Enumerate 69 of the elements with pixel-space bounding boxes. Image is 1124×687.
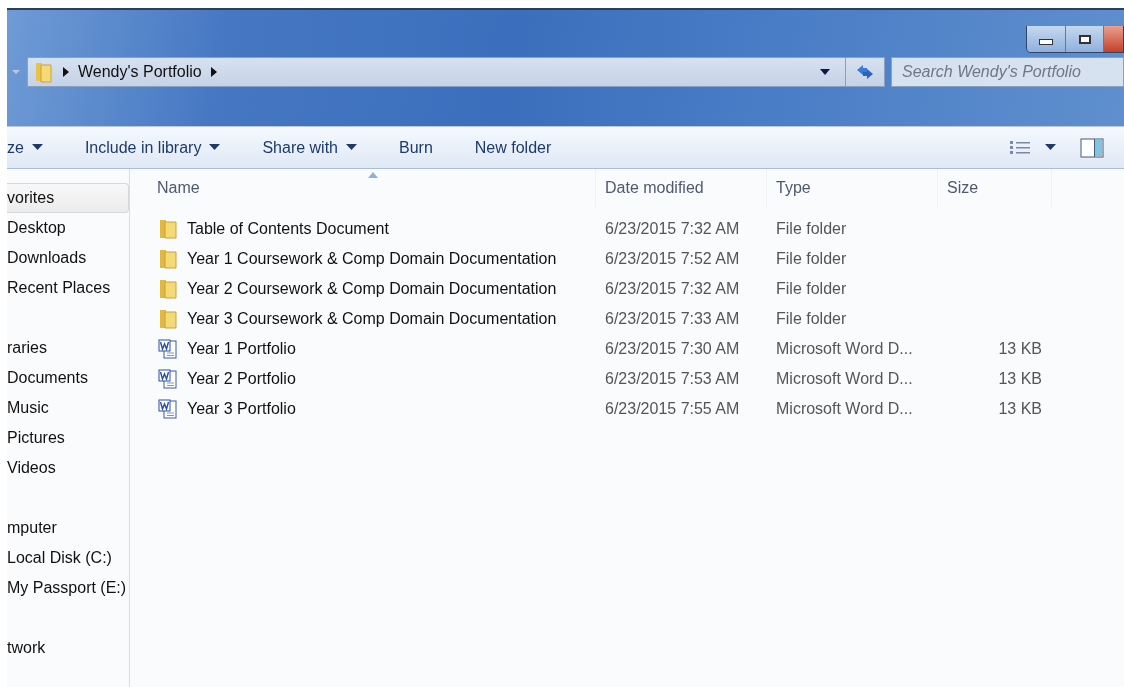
toolbar-button[interactable]: New folder bbox=[453, 138, 573, 157]
file-name[interactable]: Year 2 Coursework & Comp Domain Documentation bbox=[187, 280, 557, 298]
caret-icon bbox=[346, 144, 357, 151]
type-cell-text: File folder bbox=[775, 280, 848, 298]
sidebar-item[interactable]: Local Disk (C:) bbox=[7, 543, 129, 573]
toolbar-button[interactable]: Burn bbox=[378, 138, 454, 157]
sidebar-item[interactable]: Music bbox=[7, 393, 129, 423]
file-name[interactable]: Year 3 Coursework & Comp Domain Documentation bbox=[187, 310, 557, 328]
refresh-icon bbox=[855, 64, 875, 80]
column-header[interactable]: Type bbox=[767, 169, 938, 207]
dropdown-icon[interactable] bbox=[819, 68, 831, 76]
sidebar-item[interactable]: Videos bbox=[7, 453, 129, 483]
sidebar-item[interactable]: raries bbox=[7, 333, 129, 363]
toolbar-button[interactable]: Share with bbox=[241, 138, 378, 157]
word-document-icon bbox=[158, 369, 178, 389]
size-cell: 13 KB bbox=[998, 370, 1042, 387]
size-cell: 13 KB bbox=[998, 340, 1042, 357]
search-field[interactable]: Search Wendy's Portfolio bbox=[891, 57, 1124, 87]
file-name[interactable]: Year 1 Portfolio bbox=[187, 340, 296, 358]
sidebar-item[interactable]: twork bbox=[7, 633, 129, 663]
sidebar-item[interactable]: My Passport (E:) bbox=[7, 573, 129, 603]
sidebar-item[interactable]: Downloads bbox=[7, 243, 129, 273]
caret-icon[interactable] bbox=[1045, 144, 1056, 151]
date-cell-text: 6/23/2015 7:53 AM bbox=[604, 370, 741, 388]
sidebar-item[interactable]: Desktop bbox=[7, 213, 129, 243]
date-cell-text: 6/23/2015 7:55 AM bbox=[604, 400, 741, 418]
sidebar-item[interactable]: mputer bbox=[7, 513, 129, 543]
file-name[interactable]: Year 1 Coursework & Comp Domain Documentation bbox=[187, 250, 557, 268]
caret-icon bbox=[209, 144, 221, 151]
chevron-icon[interactable] bbox=[62, 67, 70, 77]
sidebar-item[interactable]: Pictures bbox=[7, 423, 129, 453]
address-bar[interactable]: Wendy's Portfolio bbox=[27, 57, 885, 87]
sidebar-item[interactable]: Documents bbox=[7, 363, 129, 393]
preview-pane-icon[interactable] bbox=[1080, 137, 1104, 158]
date-cell-text: 6/23/2015 7:33 AM bbox=[604, 310, 741, 328]
chevron-icon[interactable] bbox=[209, 67, 218, 77]
file-name[interactable]: Year 2 Portfolio bbox=[187, 370, 296, 388]
folder-icon bbox=[158, 309, 178, 329]
sort-arrow-icon bbox=[368, 172, 378, 178]
word-document-icon bbox=[158, 339, 178, 359]
type-cell-text: File folder bbox=[775, 220, 848, 238]
view-icon[interactable] bbox=[1009, 139, 1031, 156]
sidebar-item[interactable]: vorites bbox=[7, 183, 129, 213]
toolbar-button[interactable]: ze bbox=[7, 138, 64, 157]
type-cell-text: Microsoft Word D... bbox=[775, 340, 914, 358]
folder-icon bbox=[158, 279, 178, 299]
column-header[interactable]: Size bbox=[938, 169, 1052, 207]
file-name[interactable]: Table of Contents Document bbox=[187, 220, 389, 238]
sidebar-item[interactable]: Recent Places bbox=[7, 273, 129, 303]
caret-icon bbox=[31, 144, 43, 151]
folder-icon bbox=[158, 219, 178, 239]
file-name[interactable]: Year 3 Portfolio bbox=[187, 400, 296, 418]
minimize-button[interactable] bbox=[1027, 26, 1065, 52]
date-cell-text: 6/23/2015 7:32 AM bbox=[604, 280, 741, 298]
toolbar-button[interactable]: Include in library bbox=[63, 138, 242, 157]
date-cell-text: 6/23/2015 7:30 AM bbox=[604, 340, 741, 358]
column-header[interactable]: Date modified bbox=[596, 169, 767, 207]
type-cell-text: File folder bbox=[775, 250, 848, 268]
date-cell-text: 6/23/2015 7:52 AM bbox=[604, 250, 741, 268]
word-document-icon bbox=[158, 399, 178, 419]
maximize-button[interactable] bbox=[1065, 26, 1103, 52]
date-cell-text: 6/23/2015 7:32 AM bbox=[604, 220, 741, 238]
breadcrumb[interactable]: Wendy's Portfolio bbox=[78, 63, 202, 81]
type-cell-text: Microsoft Word D... bbox=[775, 400, 914, 418]
size-cell: 13 KB bbox=[998, 400, 1042, 417]
folder-icon bbox=[34, 61, 54, 83]
type-cell-text: Microsoft Word D... bbox=[775, 370, 914, 388]
type-cell-text: File folder bbox=[775, 310, 848, 328]
folder-icon bbox=[158, 249, 178, 269]
